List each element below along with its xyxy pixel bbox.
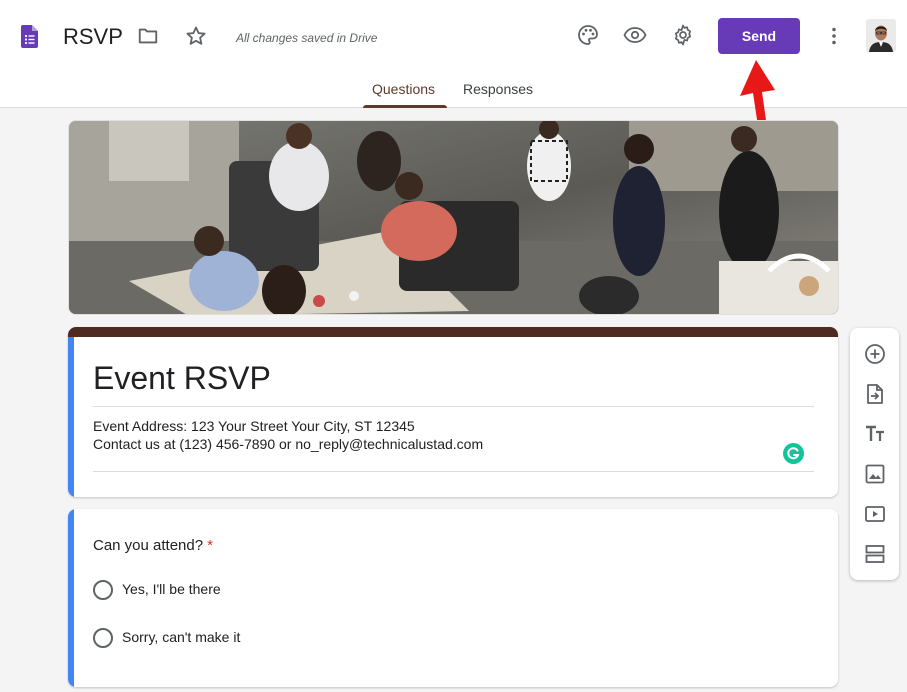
- form-doc-title[interactable]: RSVP: [63, 24, 123, 50]
- eye-icon[interactable]: [623, 23, 647, 47]
- grammarly-icon[interactable]: [783, 443, 804, 464]
- active-card-indicator: [68, 337, 74, 497]
- palette-icon[interactable]: [576, 23, 600, 47]
- question-card[interactable]: Can you attend? * Yes, I'll be there Sorr…: [68, 509, 838, 687]
- header-banner-image: [68, 120, 839, 315]
- avatar-icon: [866, 19, 896, 52]
- gear-icon[interactable]: [671, 23, 695, 47]
- option-label[interactable]: Sorry, can't make it: [122, 629, 240, 645]
- description-underline: [93, 471, 814, 472]
- form-title-card[interactable]: Event RSVP Event Address: 123 Your Stree…: [68, 327, 838, 497]
- form-description-line[interactable]: Contact us at (123) 456-7890 or no_reply…: [93, 436, 483, 452]
- add-image-icon[interactable]: [863, 462, 887, 486]
- radio-option-yes[interactable]: [93, 580, 113, 600]
- folder-icon[interactable]: [137, 25, 159, 47]
- add-question-icon[interactable]: [863, 342, 887, 366]
- add-video-icon[interactable]: [863, 502, 887, 526]
- required-marker: *: [207, 537, 213, 554]
- title-underline: [93, 406, 814, 407]
- form-description-line[interactable]: Event Address: 123 Your Street Your City…: [93, 418, 415, 434]
- more-vert-icon[interactable]: [822, 24, 846, 48]
- active-tab-indicator: [363, 105, 447, 108]
- active-card-indicator: [68, 509, 74, 687]
- option-label[interactable]: Yes, I'll be there: [122, 581, 221, 597]
- import-questions-icon[interactable]: [863, 382, 887, 406]
- party-photo-icon: [69, 121, 838, 314]
- save-status-text: All changes saved in Drive: [236, 31, 378, 45]
- avatar[interactable]: [866, 19, 896, 52]
- question-title[interactable]: Can you attend? *: [93, 537, 213, 554]
- tab-questions[interactable]: Questions: [372, 81, 435, 97]
- star-icon[interactable]: [184, 24, 208, 48]
- add-section-icon[interactable]: [863, 542, 887, 566]
- radio-option-no[interactable]: [93, 628, 113, 648]
- question-title-text: Can you attend?: [93, 537, 204, 554]
- send-button[interactable]: Send: [718, 18, 800, 54]
- add-title-icon[interactable]: [863, 422, 887, 446]
- theme-color-bar: [68, 327, 838, 337]
- add-item-toolbar: [850, 328, 899, 580]
- tab-responses[interactable]: Responses: [463, 81, 533, 97]
- form-title[interactable]: Event RSVP: [93, 360, 271, 397]
- forms-logo-icon[interactable]: [21, 25, 38, 48]
